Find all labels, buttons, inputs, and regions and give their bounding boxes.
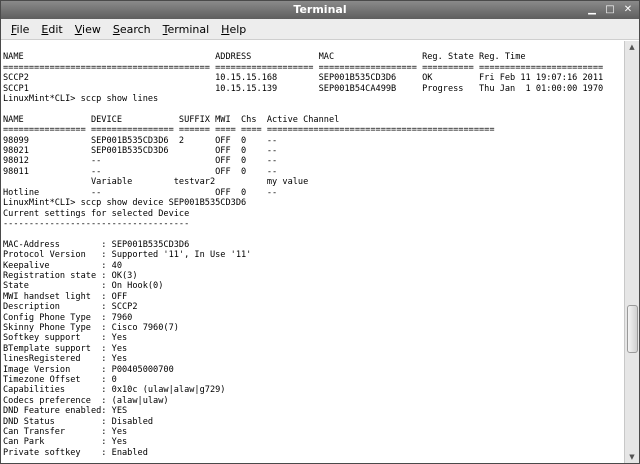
terminal-line: State : On Hook(0) — [3, 281, 164, 292]
window-controls: ▁ □ ✕ — [585, 3, 635, 16]
terminal-line: 98011 -- OFF 0 -- — [3, 166, 278, 177]
title-bar[interactable]: Terminal ▁ □ ✕ — [1, 1, 639, 19]
terminal-line: Capabilities : 0x10c (ulaw|alaw|g729) — [3, 385, 226, 396]
terminal-line: Can Transfer : Yes — [3, 427, 128, 438]
menu-bar: File Edit View Search Terminal Help — [1, 19, 639, 40]
terminal-line: ========================================… — [3, 62, 604, 73]
terminal-line: 98099 SEP001B535CD3D6 2 OFF 0 -- — [3, 135, 278, 146]
terminal-line: Description : SCCP2 — [3, 302, 138, 313]
terminal-line: LinuxMint*CLI> sccp show device SEP001B5… — [3, 198, 247, 209]
terminal-line: ================ ================ ======… — [3, 125, 495, 136]
terminal-output-area[interactable]: NAME ADDRESS MAC Reg. State Reg. Time ==… — [1, 41, 625, 463]
terminal-line: Can Park : Yes — [3, 437, 128, 448]
menu-help[interactable]: Help — [215, 23, 252, 36]
terminal-line: Keepalive : 40 — [3, 260, 122, 271]
terminal-line: ------------------------------------ — [3, 218, 190, 229]
maximize-icon[interactable]: □ — [603, 3, 617, 16]
terminal-line: 98021 SEP001B535CD3D6 OFF 0 -- — [3, 146, 278, 157]
scrollbar-thumb[interactable] — [627, 305, 638, 353]
terminal-output[interactable]: NAME ADDRESS MAC Reg. State Reg. Time ==… — [1, 41, 625, 458]
terminal-line: NAME ADDRESS MAC Reg. State Reg. Time — [3, 52, 526, 63]
terminal-line: Config Phone Type : 7960 — [3, 312, 133, 323]
terminal-line: DND Feature enabled: YES — [3, 406, 128, 417]
vertical-scrollbar[interactable]: ▲ ▼ — [624, 41, 639, 463]
terminal-line: Variable testvar2 my value — [3, 177, 309, 188]
scroll-down-icon[interactable]: ▼ — [625, 451, 639, 463]
menu-view[interactable]: View — [69, 23, 107, 36]
terminal-line: Registration state : OK(3) — [3, 270, 138, 281]
terminal-line: Image Version : P00405000700 — [3, 364, 174, 375]
terminal-line: Timezone Offset : 0 — [3, 375, 117, 385]
close-icon[interactable]: ✕ — [621, 3, 635, 16]
terminal-line: SCCP1 10.15.15.139 SEP001B54CA499B Progr… — [3, 83, 604, 94]
terminal-line: MAC-Address : SEP001B535CD3D6 — [3, 239, 190, 250]
menu-file[interactable]: File — [5, 23, 35, 36]
terminal-window: Terminal ▁ □ ✕ File Edit View Search Ter… — [0, 0, 640, 464]
terminal-line: MWI handset light : OFF — [3, 291, 128, 302]
terminal-line: 98012 -- OFF 0 -- — [3, 156, 278, 167]
terminal-line: Current settings for selected Device — [3, 208, 190, 219]
terminal-line: Protocol Version : Supported '11', In Us… — [3, 250, 252, 261]
terminal-line: Private softkey : Enabled — [3, 447, 148, 458]
terminal-line: Hotline -- OFF 0 -- — [3, 187, 278, 198]
terminal-line: Skinny Phone Type : Cisco 7960(7) — [3, 322, 179, 333]
terminal-line: SCCP2 10.15.15.168 SEP001B535CD3D6 OK Fr… — [3, 73, 604, 84]
menu-search[interactable]: Search — [107, 23, 157, 36]
minimize-icon[interactable]: ▁ — [585, 3, 599, 16]
terminal-line: BTemplate support : Yes — [3, 343, 128, 354]
terminal-line: Softkey support : Yes — [3, 333, 128, 344]
menu-terminal[interactable]: Terminal — [157, 23, 216, 36]
terminal-line: linesRegistered : Yes — [3, 354, 128, 365]
window-title: Terminal — [293, 3, 347, 16]
terminal-line: NAME DEVICE SUFFIX MWI Chs Active Channe… — [3, 114, 340, 125]
menu-edit[interactable]: Edit — [35, 23, 68, 36]
terminal-line: DND Status : Disabled — [3, 416, 154, 427]
scroll-up-icon[interactable]: ▲ — [625, 41, 639, 53]
terminal-line: Codecs preference : (alaw|ulaw) — [3, 395, 169, 406]
terminal-line: LinuxMint*CLI> sccp show lines — [3, 94, 159, 105]
